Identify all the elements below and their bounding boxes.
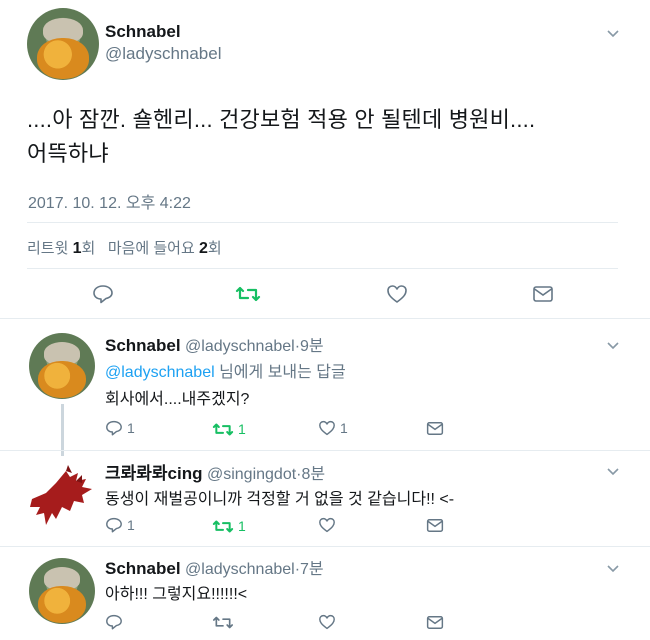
like-icon [387, 285, 407, 303]
reply-author-name[interactable]: Schnabel [105, 559, 181, 578]
like-icon [319, 420, 335, 436]
like-icon [319, 614, 335, 630]
dm-icon [426, 519, 444, 532]
reply-text: 회사에서....내주겠지? [105, 391, 250, 408]
retweet-button[interactable] [212, 615, 238, 630]
divider [0, 450, 650, 451]
divider [0, 318, 650, 319]
reply-header: Schnabel @ladyschnabel·9분 [105, 332, 324, 356]
author-name[interactable]: Schnabel [105, 22, 181, 42]
tweet-text-line2: 어뜩하냐 [27, 141, 109, 166]
dm-icon [533, 286, 553, 302]
tweet-stats: 리트윗 1회 마음에 들어요 2회 [27, 237, 222, 258]
dm-button[interactable] [426, 615, 444, 630]
retweet-icon [212, 616, 233, 629]
like-stats-count[interactable]: 2 [199, 240, 208, 257]
author-handle[interactable]: @ladyschnabel [105, 44, 222, 64]
avatar[interactable] [26, 463, 98, 531]
reply-time[interactable]: ·8분 [296, 466, 325, 483]
retweet-count: 1 [238, 421, 246, 437]
reply-count: 1 [127, 517, 135, 533]
reply-button[interactable] [92, 284, 114, 304]
reply-icon [106, 614, 122, 630]
like-count-suffix: 회 [207, 240, 222, 257]
dm-button[interactable] [532, 285, 554, 303]
chevron-down-icon[interactable] [606, 464, 620, 478]
retweet-count: 1 [238, 518, 246, 534]
thread-line [61, 404, 64, 456]
retweet-button[interactable]: 1 [212, 421, 246, 437]
reply-time[interactable]: ·9분 [295, 338, 324, 355]
like-stats-label[interactable]: 마음에 들어요 [108, 240, 195, 257]
reply-icon [106, 517, 122, 533]
avatar[interactable] [29, 558, 95, 624]
chevron-down-icon[interactable] [606, 26, 620, 40]
reply-count: 1 [127, 420, 135, 436]
like-icon [319, 517, 335, 533]
retweet-count-suffix: 회 [81, 240, 96, 257]
retweet-icon [212, 423, 234, 435]
avatar[interactable] [27, 8, 99, 80]
reply-author-name[interactable]: Schnabel [105, 336, 181, 355]
reply-author-handle[interactable]: @ladyschnabel [185, 338, 295, 355]
chevron-down-icon[interactable] [606, 561, 620, 575]
replying-to-suffix: 님에게 보내는 답글 [214, 364, 346, 381]
tweet-text: ....아 잠깐. 숄헨리... 건강보험 적용 안 될텐데 병원비.... 어… [27, 103, 627, 171]
like-button[interactable] [386, 284, 408, 304]
reply-author-name[interactable]: 크롸롸롸cing [105, 464, 203, 483]
dm-icon [426, 616, 444, 629]
tweet-timestamp[interactable]: 2017. 10. 12. 오후 4:22 [28, 189, 191, 213]
chevron-down-icon[interactable] [606, 338, 620, 352]
reply-header: Schnabel @ladyschnabel·7분 [105, 555, 324, 579]
dm-button[interactable] [426, 518, 444, 533]
divider [27, 222, 618, 223]
like-button[interactable] [318, 517, 340, 533]
tweet-text-line1: ....아 잠깐. 숄헨리... 건강보험 적용 안 될텐데 병원비.... [27, 107, 536, 132]
reply-time[interactable]: ·7분 [295, 561, 324, 578]
dm-icon [426, 422, 444, 435]
divider [0, 546, 650, 547]
reply-text: 아하!!! 그렇지요!!!!!!< [105, 586, 248, 603]
dm-button[interactable] [426, 421, 444, 436]
replying-to: @ladyschnabel 님에게 보내는 답글 [105, 358, 346, 382]
reply-icon [93, 285, 113, 304]
reply-icon [106, 420, 122, 436]
retweet-icon [212, 520, 234, 532]
like-button[interactable] [318, 614, 340, 630]
retweet-button[interactable] [235, 285, 261, 303]
reply-button[interactable] [105, 614, 127, 630]
replying-to-handle[interactable]: @ladyschnabel [105, 364, 215, 381]
retweet-icon [235, 286, 261, 302]
reply-button[interactable]: 1 [105, 420, 135, 436]
retweet-button[interactable]: 1 [212, 518, 246, 534]
retweet-stats-label[interactable]: 리트윗 [27, 240, 68, 257]
reply-header: 크롸롸롸cing @singingdot·8분 [105, 459, 325, 484]
like-button[interactable]: 1 [318, 420, 348, 436]
reply-button[interactable]: 1 [105, 517, 135, 533]
like-count: 1 [340, 420, 348, 436]
divider [27, 268, 618, 269]
reply-author-handle[interactable]: @ladyschnabel [185, 561, 295, 578]
reply-author-handle[interactable]: @singingdot [207, 466, 296, 483]
reply-text: 동생이 재벌공이니까 걱정할 거 없을 것 같습니다!! <- [105, 491, 455, 508]
avatar[interactable] [29, 333, 95, 399]
dragon-avatar-icon [30, 465, 92, 525]
